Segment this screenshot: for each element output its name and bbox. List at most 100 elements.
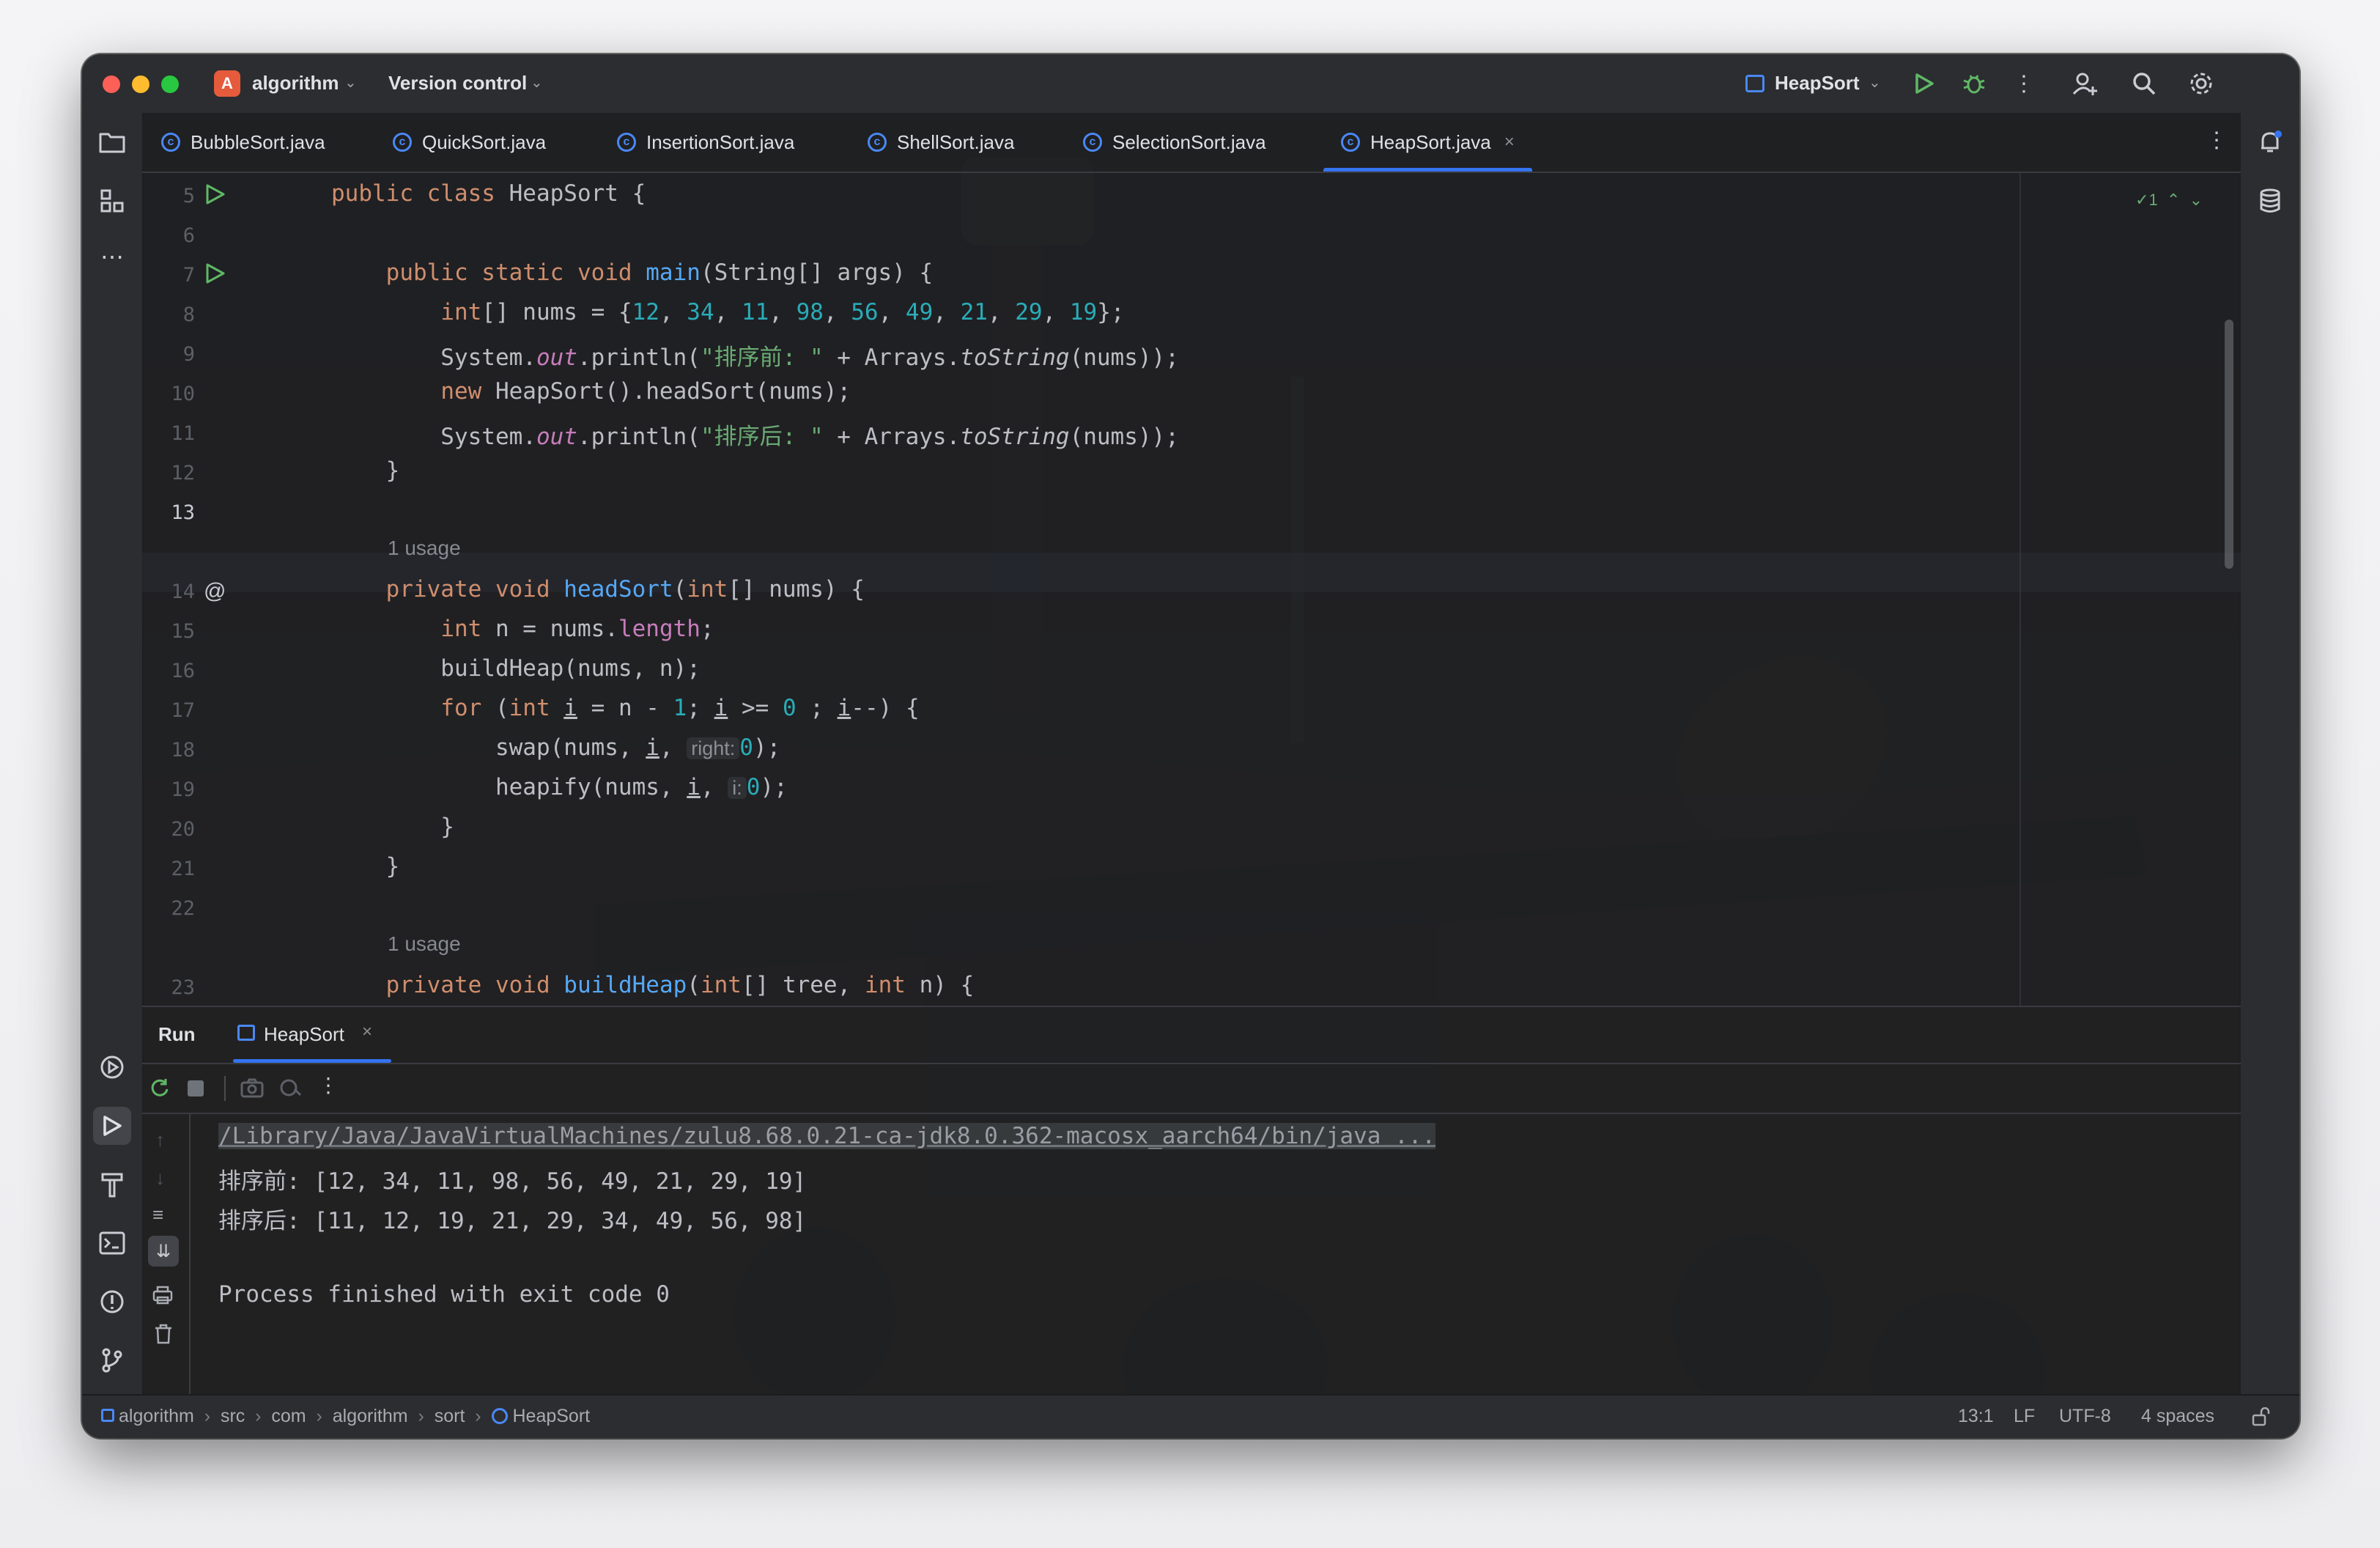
indent-setting[interactable]: 4 spaces [2141, 1406, 2214, 1427]
tabs-more-icon[interactable]: ⋮ [2206, 128, 2228, 153]
editor-tabs: c BubbleSort.java c QuickSort.java c Insert… [142, 113, 2241, 173]
tab-label: SelectionSort.java [1112, 130, 1266, 153]
breadcrumb-item[interactable]: algorithm [333, 1406, 408, 1426]
line-number: 7 [182, 264, 195, 287]
close-run-tab-icon[interactable]: × [362, 1022, 372, 1042]
parameter-hint: i: [728, 777, 747, 799]
zoom-window-button[interactable] [161, 75, 179, 93]
console-java-path[interactable]: /Library/Java/JavaVirtualMachines/zulu8.… [218, 1123, 1436, 1149]
run-config-dropdown[interactable]: HeapSort [1775, 72, 1860, 95]
caret-position[interactable]: 13:1 [1958, 1406, 1994, 1427]
editor-scrollbar[interactable] [2225, 320, 2233, 569]
code-line: public class HeapSort { [331, 180, 646, 207]
run-tool-icon[interactable] [93, 1107, 131, 1145]
debug-icon[interactable] [1958, 67, 1990, 100]
run-main-gutter-icon[interactable] [204, 262, 226, 284]
more-tools-icon[interactable]: ⋯ [93, 237, 131, 276]
module-icon [101, 1409, 114, 1422]
usage-hint[interactable]: 1 usage [388, 932, 461, 956]
code-line: swap(nums, i, right: 0); [331, 734, 781, 761]
run-more-icon[interactable]: ⋮ [318, 1073, 339, 1097]
chevron-down-icon[interactable]: ⌄ [531, 73, 543, 92]
line-number: 14 [171, 580, 195, 603]
file-encoding[interactable]: UTF-8 [2059, 1406, 2111, 1427]
minimize-window-button[interactable] [132, 75, 149, 93]
git-branch-icon[interactable] [93, 1341, 131, 1379]
code-line: } [331, 814, 454, 840]
class-icon: c [393, 133, 412, 152]
implementation-marker-icon[interactable]: @ [204, 579, 226, 603]
code-line: private void headSort(int[] nums) { [385, 576, 865, 602]
breadcrumb-item[interactable]: com [271, 1406, 306, 1426]
chevron-down-icon[interactable]: ⌄ [344, 73, 357, 92]
run-icon[interactable] [1908, 67, 1940, 100]
scroll-to-end-icon[interactable]: ⇊ [148, 1236, 179, 1267]
structure-icon[interactable] [93, 182, 131, 220]
tab-bubblesort[interactable]: c BubbleSort.java [161, 113, 325, 172]
string-literal: "排序后: " [700, 424, 824, 450]
close-window-button[interactable] [103, 75, 120, 93]
services-icon[interactable] [93, 1048, 131, 1086]
code-line: } [331, 457, 400, 484]
inspection-widget[interactable]: ✓1 ⌃ ⌄ [2135, 191, 2203, 210]
run-panel-header: Run HeapSort × [142, 1007, 2241, 1064]
more-icon[interactable]: ⋮ [2008, 67, 2040, 100]
breadcrumb-item[interactable]: src [221, 1406, 245, 1426]
terminal-icon[interactable] [93, 1224, 131, 1262]
search-icon[interactable] [2128, 67, 2160, 100]
class-icon: c [1083, 133, 1102, 152]
usage-hint[interactable]: 1 usage [388, 537, 461, 560]
rerun-icon[interactable] [149, 1077, 170, 1098]
database-icon[interactable] [2251, 182, 2289, 220]
run-panel-title: Run [158, 1023, 196, 1045]
build-icon[interactable] [93, 1165, 131, 1204]
run-class-gutter-icon[interactable] [204, 183, 226, 205]
class-icon: c [161, 133, 180, 152]
tab-shellsort[interactable]: c ShellSort.java [868, 113, 1014, 172]
line-number: 19 [171, 778, 195, 801]
add-user-icon[interactable] [2069, 67, 2102, 100]
scroll-down-icon[interactable]: ↓ [155, 1167, 165, 1190]
problems-icon[interactable] [93, 1283, 131, 1321]
trash-icon[interactable] [154, 1324, 173, 1344]
tab-selectionsort[interactable]: c SelectionSort.java [1083, 113, 1266, 172]
tab-label: ShellSort.java [897, 130, 1015, 153]
lock-icon[interactable] [2251, 1407, 2270, 1426]
project-badge[interactable]: A [214, 70, 240, 97]
active-tab-indicator [233, 1059, 391, 1063]
console-side-toolbar: ↑ ↓ ≡ ⇊ [142, 1113, 191, 1396]
code-line: for (int i = n - 1; i >= 0 ; i--) { [440, 695, 920, 721]
stop-icon[interactable] [188, 1080, 204, 1096]
soft-wrap-icon[interactable]: ≡ [152, 1204, 163, 1226]
code-line: } [331, 853, 400, 880]
scroll-up-icon[interactable]: ↑ [155, 1129, 165, 1151]
settings-icon[interactable] [2185, 67, 2217, 100]
tab-insertionsort[interactable]: c InsertionSort.java [617, 113, 794, 172]
tab-quicksort[interactable]: c QuickSort.java [393, 113, 546, 172]
project-name-dropdown[interactable]: algorithm [252, 72, 339, 95]
line-number: 17 [171, 699, 195, 722]
code-line: public static void main(String[] args) { [385, 259, 934, 286]
code-line: new HeapSort().headSort(nums); [440, 378, 851, 405]
version-control-dropdown[interactable]: Version control [388, 72, 527, 95]
camera-icon[interactable] [240, 1077, 264, 1098]
print-icon[interactable] [152, 1286, 173, 1305]
restore-layout-icon[interactable] [278, 1077, 302, 1098]
tab-heapsort[interactable]: c HeapSort.java × [1323, 113, 1532, 172]
run-tab-heapsort[interactable]: HeapSort [264, 1023, 344, 1046]
notifications-icon[interactable] [2251, 123, 2289, 161]
line-number: 6 [182, 224, 195, 247]
code-editor[interactable]: ✓1 ⌃ ⌄ 5 6 7 8 9 10 11 12 13 14 15 16 17… [142, 173, 2241, 1006]
breadcrumb-item[interactable]: sort [435, 1406, 465, 1426]
run-toolbar: ⋮ [142, 1064, 2241, 1114]
line-number: 20 [171, 818, 195, 841]
line-separator[interactable]: LF [2014, 1406, 2035, 1427]
close-tab-icon[interactable]: × [1504, 132, 1515, 152]
toolbar-divider [224, 1076, 226, 1101]
folder-icon[interactable] [93, 123, 131, 161]
breadcrumb-item[interactable]: HeapSort [512, 1406, 590, 1426]
console-path-link[interactable]: /Library/Java/JavaVirtualMachines/zulu8.… [218, 1123, 1436, 1149]
chevron-down-icon[interactable]: ⌄ [1869, 73, 1881, 92]
line-number: 22 [171, 897, 195, 920]
breadcrumb-item[interactable]: algorithm [119, 1406, 194, 1426]
